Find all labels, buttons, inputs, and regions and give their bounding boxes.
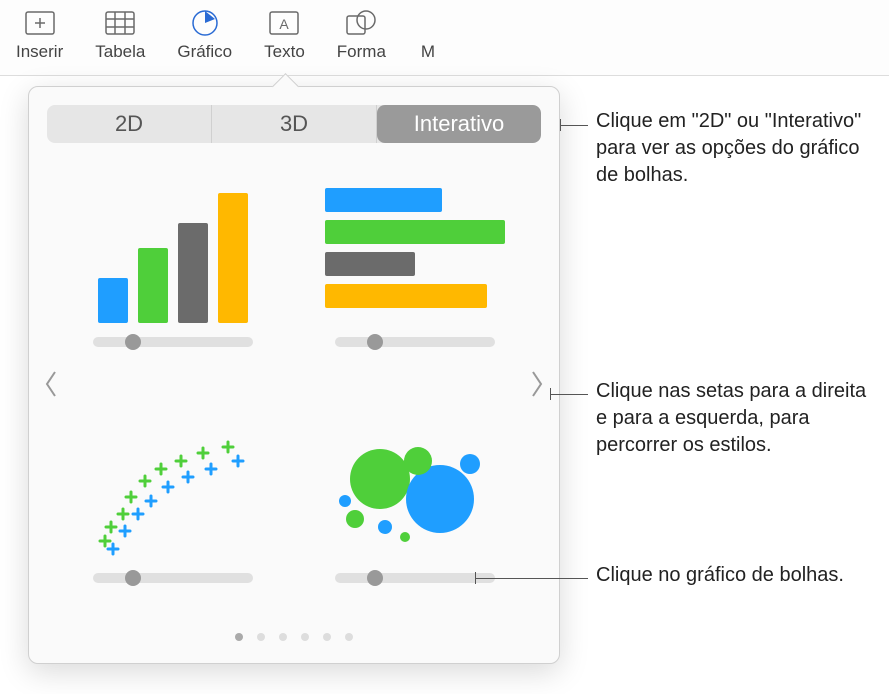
page-dot[interactable] <box>257 633 265 641</box>
page-dot[interactable] <box>279 633 287 641</box>
insert-icon <box>22 8 58 38</box>
chart-icon <box>187 8 223 38</box>
chart-grid-wrapper <box>47 143 541 625</box>
svg-text:A: A <box>280 16 290 32</box>
toolbar-more[interactable]: M <box>402 8 462 62</box>
chart-grid <box>47 143 541 625</box>
style-slider[interactable] <box>335 337 495 347</box>
toolbar-label: Gráfico <box>177 42 232 62</box>
toolbar-chart[interactable]: Gráfico <box>161 8 248 62</box>
toolbar-insert[interactable]: Inserir <box>0 8 79 62</box>
page-dot[interactable] <box>345 633 353 641</box>
page-dots <box>47 625 541 641</box>
chart-option-bubble[interactable] <box>309 409 521 615</box>
scatter-chart-preview <box>83 409 263 559</box>
more-icon <box>410 8 446 38</box>
bubble-chart-preview <box>325 409 505 559</box>
page-dot[interactable] <box>235 633 243 641</box>
tab-2d[interactable]: 2D <box>47 105 212 143</box>
style-slider[interactable] <box>93 573 253 583</box>
toolbar-label: Inserir <box>16 42 63 62</box>
text-icon: A <box>266 8 302 38</box>
prev-arrow[interactable] <box>39 364 63 404</box>
callout-bubble: Clique no gráfico de bolhas. <box>596 562 844 589</box>
callout-arrows: Clique nas setas para a direita e para a… <box>596 378 880 459</box>
toolbar-label: Texto <box>264 42 305 62</box>
next-arrow[interactable] <box>525 364 549 404</box>
toolbar-label: M <box>421 42 435 62</box>
chart-type-tabs: 2D 3D Interativo <box>47 105 541 143</box>
style-slider[interactable] <box>93 337 253 347</box>
page-dot[interactable] <box>323 633 331 641</box>
toolbar-label: Tabela <box>95 42 145 62</box>
tab-3d[interactable]: 3D <box>212 105 377 143</box>
chart-option-bar[interactable] <box>67 173 279 379</box>
table-icon <box>102 8 138 38</box>
style-slider[interactable] <box>335 573 495 583</box>
chart-option-hbar[interactable] <box>309 173 521 379</box>
hbar-chart-preview <box>325 173 505 323</box>
shape-icon <box>343 8 379 38</box>
chart-option-scatter[interactable] <box>67 409 279 615</box>
page-dot[interactable] <box>301 633 309 641</box>
toolbar-text[interactable]: A Texto <box>248 8 321 62</box>
toolbar-shape[interactable]: Forma <box>321 8 402 62</box>
tab-interactive[interactable]: Interativo <box>377 105 541 143</box>
toolbar-label: Forma <box>337 42 386 62</box>
bar-chart-preview <box>83 173 263 323</box>
toolbar-table[interactable]: Tabela <box>79 8 161 62</box>
toolbar: Inserir Tabela Gráfico A Texto Forma M <box>0 0 889 76</box>
callout-tabs: Clique em "2D" ou "Interativo" para ver … <box>596 108 880 189</box>
